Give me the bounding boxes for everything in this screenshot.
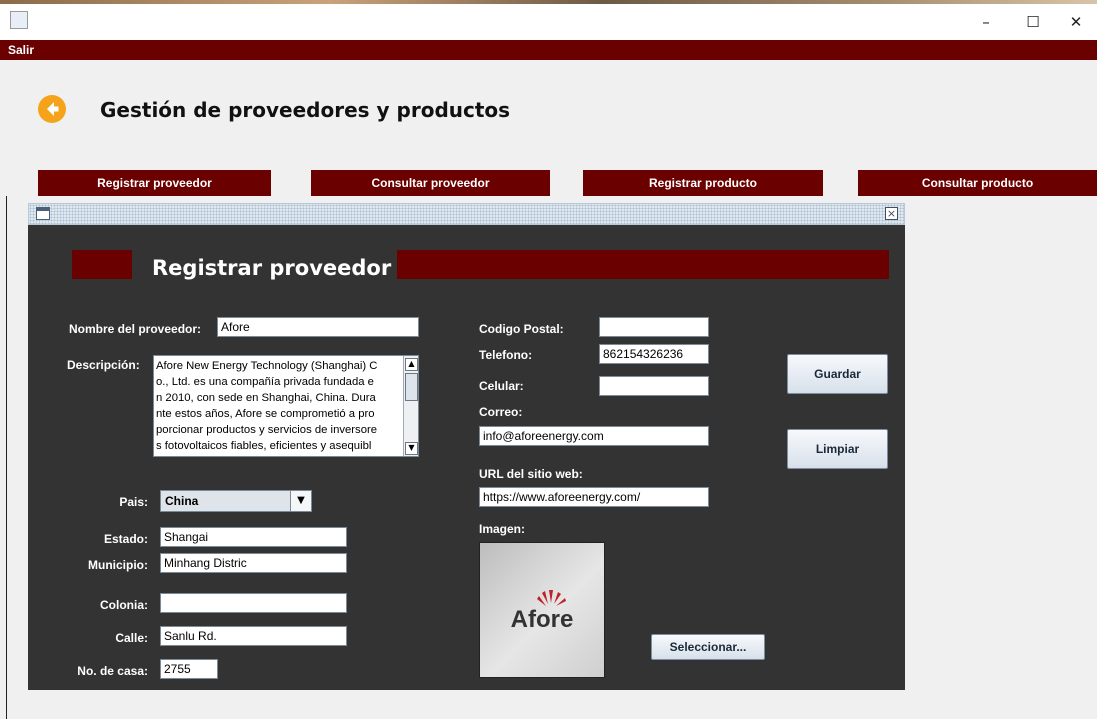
label-codigo-postal: Codigo Postal: (479, 322, 564, 336)
registrar-proveedor-panel (28, 225, 905, 690)
nombre-field[interactable]: Afore (217, 317, 419, 337)
minimize-button[interactable]: – (963, 4, 1009, 40)
close-button[interactable]: ✕ (1053, 4, 1097, 40)
menu-bar (0, 40, 1097, 60)
header-accent-left (72, 250, 132, 279)
celular-field[interactable] (599, 376, 709, 396)
no-casa-field[interactable]: 2755 (160, 659, 218, 679)
label-descripcion: Descripción: (67, 358, 140, 372)
colonia-field[interactable] (160, 593, 347, 613)
form-title: Registrar proveedor (152, 256, 392, 280)
java-app-icon (10, 11, 28, 29)
limpiar-button[interactable]: Limpiar (787, 429, 888, 469)
nav-consultar-proveedor-button[interactable]: Consultar proveedor (311, 170, 550, 196)
pais-selected-value: China (165, 494, 199, 508)
label-correo: Correo: (479, 405, 523, 419)
chevron-down-icon[interactable]: ▼ (290, 491, 311, 511)
svg-text:Afore: Afore (511, 606, 574, 633)
label-calle: Calle: (115, 631, 148, 645)
correo-field[interactable]: info@aforeenergy.com (479, 426, 709, 446)
internal-frame-title-bar[interactable] (28, 203, 905, 225)
divider-line (6, 196, 7, 719)
frame-close-icon[interactable]: × (885, 207, 898, 220)
label-telefono: Telefono: (479, 348, 533, 362)
descripcion-scrollbar[interactable]: ▲ ▼ (403, 356, 418, 456)
municipio-field[interactable]: Minhang Distric (160, 553, 347, 573)
label-pais: Pais: (119, 495, 148, 509)
label-colonia: Colonia: (100, 598, 148, 612)
scroll-down-icon[interactable]: ▼ (405, 442, 418, 455)
afore-logo: Afore (511, 590, 574, 633)
telefono-field[interactable]: 862154326236 (599, 344, 709, 364)
seleccionar-button[interactable]: Seleccionar... (651, 634, 765, 660)
scroll-up-icon[interactable]: ▲ (405, 358, 418, 371)
nav-registrar-proveedor-button[interactable]: Registrar proveedor (38, 170, 271, 196)
label-no-casa: No. de casa: (77, 664, 148, 678)
label-nombre: Nombre del proveedor: (69, 322, 202, 336)
maximize-button[interactable]: ☐ (1010, 4, 1056, 40)
page-title: Gestión de proveedores y productos (100, 98, 511, 122)
nav-consultar-producto-button[interactable]: Consultar producto (858, 170, 1097, 196)
url-field[interactable]: https://www.aforeenergy.com/ (479, 487, 709, 507)
pais-select[interactable]: China ▼ (160, 490, 312, 512)
label-celular: Celular: (479, 379, 524, 393)
window-title-bar (0, 4, 1097, 40)
frame-window-icon (36, 207, 50, 220)
calle-field[interactable]: Sanlu Rd. (160, 626, 347, 646)
codigo-postal-field[interactable] (599, 317, 709, 337)
scroll-thumb[interactable] (405, 373, 418, 401)
guardar-button[interactable]: Guardar (787, 354, 888, 394)
label-url: URL del sitio web: (479, 467, 583, 481)
descripcion-text[interactable]: Afore New Energy Technology (Shanghai) C… (156, 358, 403, 456)
provider-image: Afore (479, 542, 605, 678)
label-municipio: Municipio: (88, 558, 148, 572)
nav-registrar-producto-button[interactable]: Registrar producto (583, 170, 823, 196)
menu-salir[interactable]: Salir (8, 40, 34, 60)
header-accent-right (397, 250, 889, 279)
estado-field[interactable]: Shangai (160, 527, 347, 547)
label-imagen: Imagen: (479, 522, 526, 536)
back-arrow-icon[interactable] (38, 95, 66, 123)
descripcion-textarea[interactable]: Afore New Energy Technology (Shanghai) C… (153, 355, 419, 457)
label-estado: Estado: (103, 532, 148, 546)
